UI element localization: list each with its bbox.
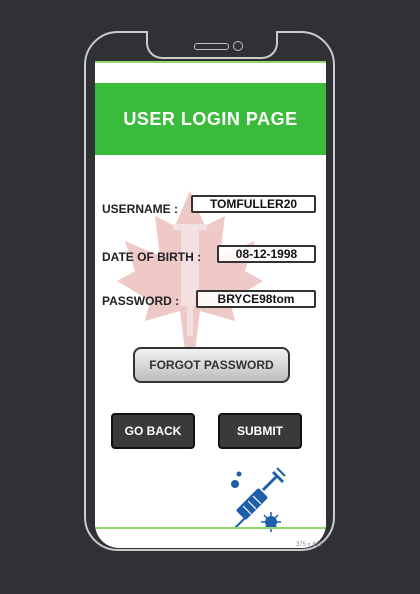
password-label: PASSWORD :: [102, 294, 180, 308]
forgot-password-button[interactable]: FORGOT PASSWORD: [133, 347, 290, 383]
device-size-label: 375 x 812: [296, 542, 323, 548]
phone-frame: USER LOGIN PAGE USERNAME : TOMFULLER20 D…: [84, 31, 335, 551]
bottom-accent-line: [95, 527, 326, 529]
username-field[interactable]: TOMFULLER20: [191, 195, 316, 213]
dob-label: DATE OF BIRTH :: [102, 250, 202, 264]
vaccine-syringe-icon: [231, 467, 286, 532]
username-label: USERNAME :: [102, 202, 179, 216]
app-screen: USER LOGIN PAGE USERNAME : TOMFULLER20 D…: [95, 61, 326, 548]
page-header: USER LOGIN PAGE: [95, 83, 326, 155]
top-accent-line: [95, 61, 326, 63]
go-back-button[interactable]: GO BACK: [111, 413, 195, 449]
password-field[interactable]: BRYCE98tom: [196, 290, 316, 308]
dob-field[interactable]: 08-12-1998: [217, 245, 316, 263]
submit-button[interactable]: SUBMIT: [218, 413, 302, 449]
speaker-grille: [194, 43, 229, 50]
front-camera: [233, 41, 243, 51]
page-title: USER LOGIN PAGE: [123, 108, 298, 129]
